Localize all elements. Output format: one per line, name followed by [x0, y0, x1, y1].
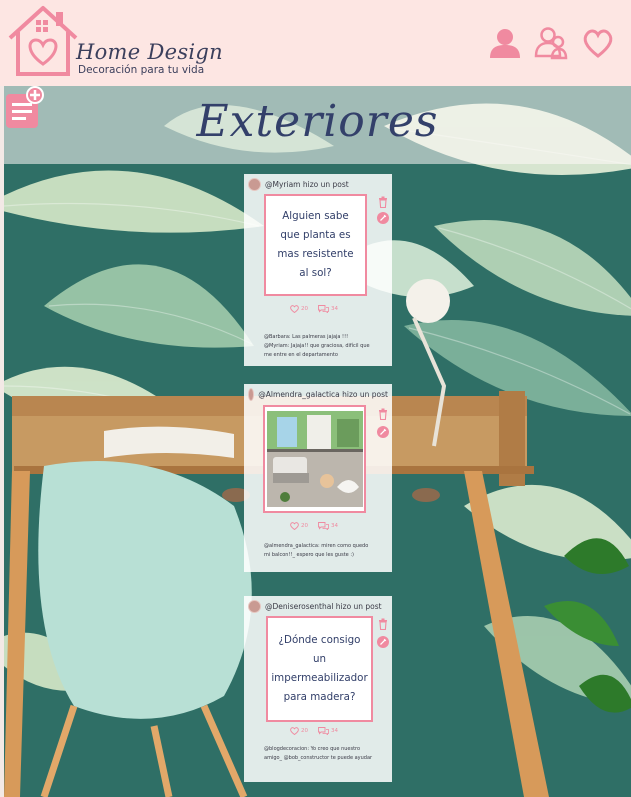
edit-icon[interactable] [377, 212, 389, 224]
post-text: ¿Dónde consigo un impermeabilizador para… [271, 634, 368, 703]
comments-icon [318, 522, 329, 530]
comment-count: 34 [331, 523, 338, 529]
comments-list: @blogdecoracion: Yo creo que nuestro ami… [264, 745, 374, 763]
post-content[interactable]: Alguien sabe que planta es mas resistent… [264, 194, 367, 296]
comment: @Myriam: Jajaja!! que graciosa, difícil … [264, 343, 370, 358]
brand-tagline: Decoración para tu vida [78, 64, 205, 76]
heart-icon [290, 727, 299, 735]
post-card: @Deniserosenthal hizo un post ¿Dónde con… [244, 596, 392, 782]
post-content[interactable]: ¿Dónde consigo un impermeabilizador para… [266, 616, 373, 722]
post-text: Alguien sabe que planta es mas resistent… [277, 210, 354, 279]
balcony-photo [266, 411, 363, 507]
trash-icon[interactable] [377, 408, 389, 420]
heart-icon [290, 522, 299, 530]
post-stats: 20 34 [290, 522, 338, 530]
comment-count: 34 [331, 306, 338, 312]
post-author[interactable]: @Almendra_galactica hizo un post [258, 390, 388, 399]
comment: @Barbara: Las palmeras jajaja !!! [264, 334, 349, 340]
like-button[interactable]: 20 [290, 727, 308, 735]
comments-icon [318, 305, 329, 313]
post-author[interactable]: @Myriam hizo un post [265, 180, 349, 189]
page-title: Exteriores [196, 96, 439, 147]
trash-icon[interactable] [377, 196, 389, 208]
comment: @blogdecoracion: Yo creo que nuestro ami… [264, 746, 373, 761]
comment-button[interactable]: 34 [318, 305, 338, 313]
house-heart-logo[interactable] [6, 4, 80, 78]
users-icon[interactable] [534, 26, 568, 60]
edit-icon[interactable] [377, 426, 389, 438]
user-icon[interactable] [488, 26, 522, 60]
comments-list: @Barbara: Las palmeras jajaja !!! @Myria… [264, 333, 374, 360]
post-header: @Myriam hizo un post [244, 174, 392, 194]
avatar[interactable] [248, 387, 255, 401]
post-content[interactable] [263, 405, 366, 513]
post-card: @Almendra_galactica hizo un post 20 34 @… [244, 384, 392, 572]
comments-list: @almendra_galactica: miren como quedo mi… [264, 542, 374, 560]
comment-button[interactable]: 34 [318, 522, 338, 530]
avatar[interactable] [248, 177, 261, 191]
like-button[interactable]: 20 [290, 305, 308, 313]
brand-name: Home Design [76, 40, 223, 64]
heart-icon [290, 305, 299, 313]
like-count: 20 [301, 523, 308, 529]
post-header: @Deniserosenthal hizo un post [244, 596, 392, 616]
avatar[interactable] [248, 599, 261, 613]
post-author[interactable]: @Deniserosenthal hizo un post [265, 602, 382, 611]
post-stats: 20 34 [290, 727, 338, 735]
post-card: @Myriam hizo un post Alguien sabe que pl… [244, 174, 392, 366]
site-header: Home Design Decoración para tu vida [0, 0, 631, 86]
comment-button[interactable]: 34 [318, 727, 338, 735]
add-note-icon[interactable] [4, 86, 44, 130]
like-button[interactable]: 20 [290, 522, 308, 530]
comment-count: 34 [331, 728, 338, 734]
heart-icon[interactable] [581, 26, 615, 60]
like-count: 20 [301, 728, 308, 734]
post-header: @Almendra_galactica hizo un post [244, 384, 392, 404]
post-stats: 20 34 [290, 305, 338, 313]
like-count: 20 [301, 306, 308, 312]
edit-icon[interactable] [377, 636, 389, 648]
comment: @almendra_galactica: miren como quedo mi… [264, 543, 369, 558]
trash-icon[interactable] [377, 618, 389, 630]
comments-icon [318, 727, 329, 735]
